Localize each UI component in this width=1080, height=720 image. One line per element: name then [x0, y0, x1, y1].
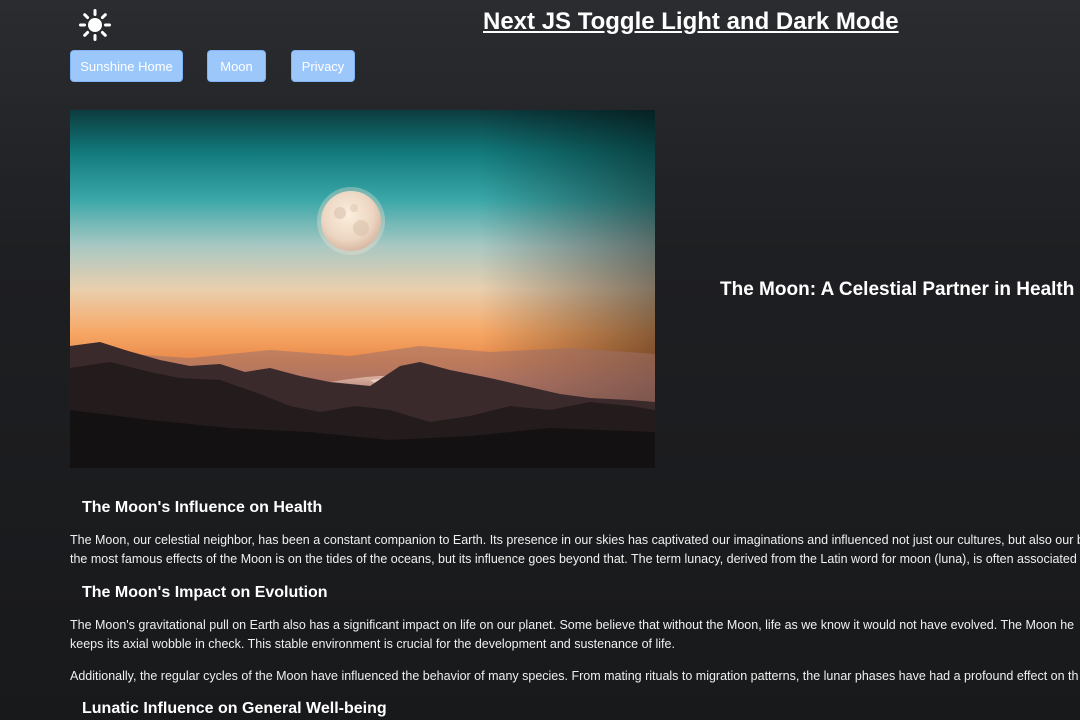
- nav-button-privacy[interactable]: Privacy: [291, 50, 355, 82]
- sun-icon[interactable]: [79, 9, 111, 41]
- paragraph-line: the most famous effects of the Moon is o…: [70, 552, 1077, 566]
- section-heading: The Moon's Impact on Evolution: [82, 584, 328, 601]
- moon-over-mountains-image: [70, 110, 655, 468]
- paragraph: The Moon's gravitational pull on Earth a…: [70, 616, 1080, 654]
- section-heading: Lunatic Influence on General Well-being: [82, 700, 387, 717]
- paragraph-line: The Moon, our celestial neighbor, has be…: [70, 533, 1080, 547]
- paragraph-line: The Moon's gravitational pull on Earth a…: [70, 618, 1075, 632]
- paragraph-line: keeps its axial wobble in check. This st…: [70, 637, 675, 651]
- paragraph: The Moon, our celestial neighbor, has be…: [70, 531, 1080, 569]
- paragraph: Additionally, the regular cycles of the …: [70, 667, 1080, 686]
- hero-title: The Moon: A Celestial Partner in Health …: [720, 279, 1080, 300]
- section-heading: The Moon's Influence on Health: [82, 499, 323, 516]
- site-header: Next JS Toggle Light and Dark Mode: [0, 0, 1080, 46]
- paragraph-line: Additionally, the regular cycles of the …: [70, 669, 1079, 683]
- nav-button-sunshine-home[interactable]: Sunshine Home: [70, 50, 183, 82]
- nav-button-moon[interactable]: Moon: [207, 50, 266, 82]
- page-title: Next JS Toggle Light and Dark Mode: [483, 8, 899, 35]
